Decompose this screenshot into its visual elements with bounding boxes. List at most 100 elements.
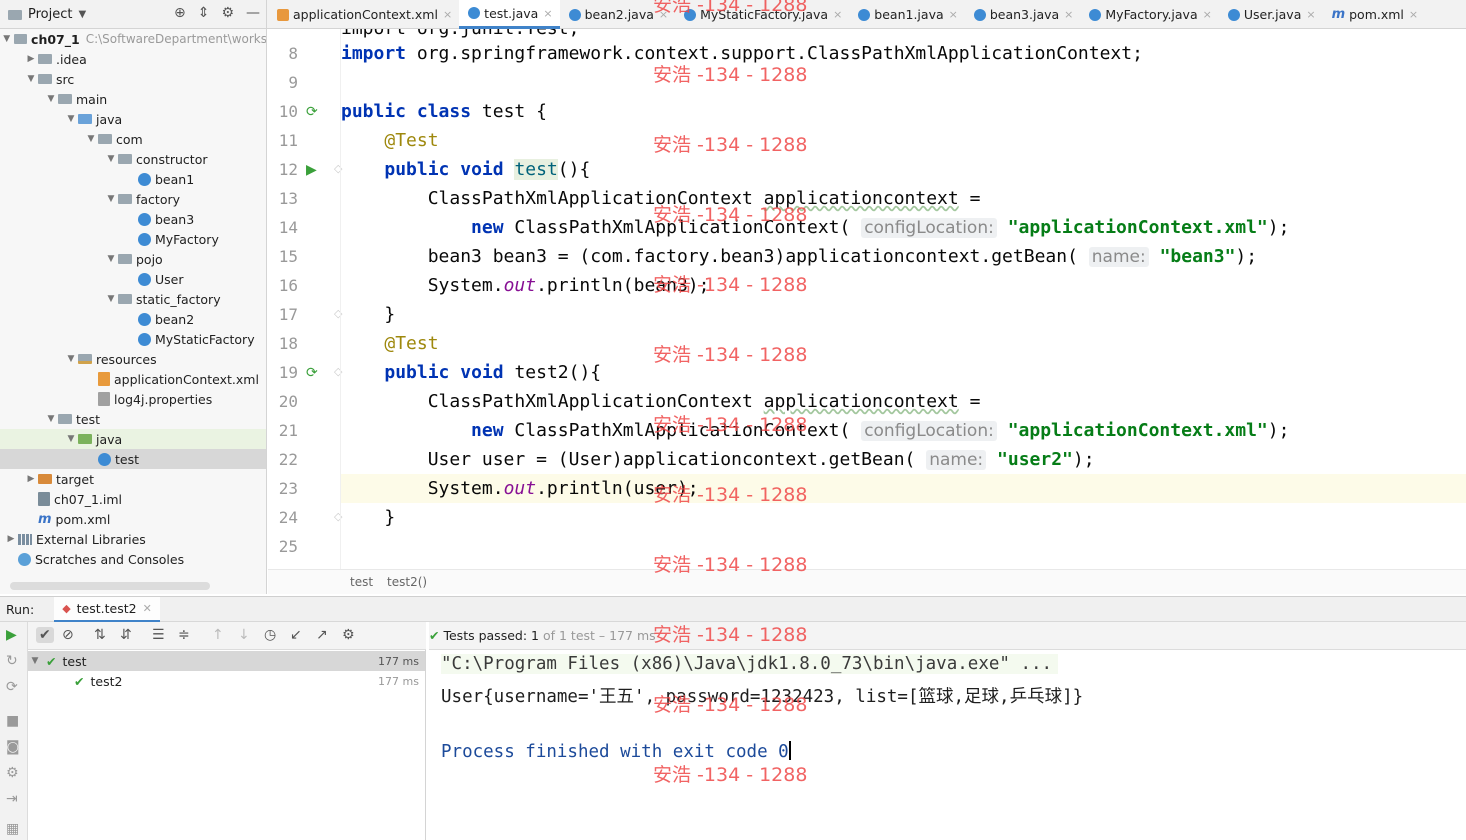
tree-item[interactable]: User bbox=[0, 269, 266, 289]
tree-item[interactable]: MyStaticFactory bbox=[0, 329, 266, 349]
rerun-failed-icon[interactable]: ↻ bbox=[6, 653, 18, 669]
close-icon[interactable]: × bbox=[1203, 8, 1212, 21]
tree-item[interactable]: ▶ .idea bbox=[0, 49, 266, 69]
watermark-text: 安浩 -134 - 1288 bbox=[653, 134, 808, 156]
test-result-row[interactable]: ✔ test2 177 ms bbox=[28, 671, 425, 691]
tree-item[interactable]: ▼ java bbox=[0, 109, 266, 129]
tree-item[interactable]: log4j.properties bbox=[0, 389, 266, 409]
tree-item[interactable]: ▼ test bbox=[0, 409, 266, 429]
chevron-right-icon[interactable]: ▶ bbox=[24, 474, 38, 484]
breadcrumb-class[interactable]: test bbox=[350, 575, 373, 589]
import-tests-icon[interactable]: ↙ bbox=[290, 627, 302, 643]
collapse-all-icon[interactable]: ≑ bbox=[178, 627, 190, 643]
tab-applicationcontext-xml[interactable]: applicationContext.xml × bbox=[268, 0, 459, 29]
show-passed-icon[interactable]: ✔ bbox=[36, 627, 54, 643]
chevron-right-icon[interactable]: ▶ bbox=[4, 534, 18, 544]
expand-all-icon[interactable]: ☰ bbox=[152, 627, 165, 643]
test-result-row[interactable]: ▼ ✔ test 177 ms bbox=[28, 651, 425, 671]
show-ignored-icon[interactable]: ⊘ bbox=[62, 627, 74, 643]
run-test-icon[interactable]: ⟳ bbox=[306, 365, 318, 381]
tree-item[interactable]: Scratches and Consoles bbox=[0, 549, 266, 569]
export-tests-icon[interactable]: ↗ bbox=[316, 627, 328, 643]
tab-bean3-java[interactable]: bean3.java × bbox=[965, 0, 1081, 29]
gear-icon[interactable]: ⚙ bbox=[221, 5, 234, 21]
tree-item[interactable]: ▶ External Libraries bbox=[0, 529, 266, 549]
tree-item[interactable]: ▶ target bbox=[0, 469, 266, 489]
toggle-autotest-icon[interactable]: ⟳ bbox=[6, 679, 18, 695]
chevron-down-icon[interactable]: ▼ bbox=[64, 114, 78, 124]
tree-item[interactable]: ▼ src bbox=[0, 69, 266, 89]
stop-icon[interactable]: ■ bbox=[6, 713, 19, 729]
project-panel-header[interactable]: Project ▼ ⊕ ⇕ ⚙ — bbox=[0, 0, 267, 29]
close-icon[interactable]: × bbox=[1064, 8, 1073, 21]
chevron-down-icon[interactable]: ▼ bbox=[104, 294, 118, 304]
tab-test-java[interactable]: test.java × bbox=[459, 0, 560, 29]
close-icon[interactable]: × bbox=[949, 8, 958, 21]
sort-duration-icon[interactable]: ⇵ bbox=[120, 627, 132, 643]
close-icon[interactable]: × bbox=[1306, 8, 1315, 21]
close-icon[interactable]: × bbox=[833, 8, 842, 21]
close-icon[interactable]: ✕ bbox=[143, 602, 152, 615]
tree-item[interactable]: ▼ constructor bbox=[0, 149, 266, 169]
tree-item[interactable]: ▼ static_factory bbox=[0, 289, 266, 309]
tree-item[interactable]: bean2 bbox=[0, 309, 266, 329]
chevron-down-icon[interactable]: ▼ bbox=[64, 354, 78, 364]
tree-item[interactable]: ▼ resources bbox=[0, 349, 266, 369]
tree-item[interactable]: applicationContext.xml bbox=[0, 369, 266, 389]
run-class-icon[interactable]: ⟳ bbox=[306, 104, 318, 120]
sort-alpha-icon[interactable]: ⇅ bbox=[94, 627, 106, 643]
module-folder-icon bbox=[13, 34, 28, 44]
tree-item[interactable]: ▼ factory bbox=[0, 189, 266, 209]
tree-item[interactable]: bean1 bbox=[0, 169, 266, 189]
chevron-down-icon[interactable]: ▼ bbox=[28, 656, 42, 666]
chevron-down-icon[interactable]: ▼ bbox=[78, 9, 86, 20]
chevron-right-icon[interactable]: ▶ bbox=[24, 54, 38, 64]
chevron-down-icon[interactable]: ▼ bbox=[64, 434, 78, 444]
tab-pom-xml[interactable]: m pom.xml × bbox=[1323, 0, 1426, 29]
chevron-down-icon[interactable]: ▼ bbox=[24, 74, 38, 84]
line-number: 25 bbox=[278, 537, 298, 556]
tree-item[interactable]: ▼ com bbox=[0, 129, 266, 149]
target-icon[interactable]: ⊕ bbox=[174, 5, 186, 21]
rerun-icon[interactable]: ▶ bbox=[6, 627, 17, 643]
tree-item[interactable]: test bbox=[0, 449, 266, 469]
chevron-down-icon[interactable]: ▼ bbox=[0, 34, 14, 44]
gear-icon[interactable]: ⚙ bbox=[342, 627, 355, 643]
close-icon[interactable]: × bbox=[443, 8, 452, 21]
tree-item[interactable]: ▼ pojo bbox=[0, 249, 266, 269]
project-panel-title[interactable]: Project bbox=[28, 7, 72, 22]
tree-item[interactable]: m pom.xml bbox=[0, 509, 266, 529]
close-icon[interactable]: × bbox=[543, 7, 552, 20]
tree-item[interactable]: ▼ main bbox=[0, 89, 266, 109]
tree-item[interactable]: bean3 bbox=[0, 209, 266, 229]
console-output[interactable]: "C:\Program Files (x86)\Java\jdk1.8.0_73… bbox=[427, 650, 1466, 840]
chevron-down-icon[interactable]: ▼ bbox=[44, 94, 58, 104]
tree-item[interactable]: ch07_1.iml bbox=[0, 489, 266, 509]
chevron-down-icon[interactable]: ▼ bbox=[84, 134, 98, 144]
chevron-down-icon[interactable]: ▼ bbox=[104, 194, 118, 204]
run-tab[interactable]: ◆ test.test2 ✕ bbox=[54, 596, 160, 622]
next-failed-icon[interactable]: ↓ bbox=[238, 627, 250, 643]
tree-scrollbar[interactable] bbox=[10, 582, 210, 590]
minimize-icon[interactable]: — bbox=[246, 5, 260, 21]
tab-bean1-java[interactable]: bean1.java × bbox=[849, 0, 965, 29]
history-icon[interactable]: ◷ bbox=[264, 627, 276, 643]
tree-root[interactable]: ▼ ch07_1 C:\SoftwareDepartment\works bbox=[0, 29, 266, 49]
chevron-down-icon[interactable]: ▼ bbox=[104, 254, 118, 264]
tab-user-java[interactable]: User.java × bbox=[1219, 0, 1323, 29]
layout-icon[interactable]: ▦ bbox=[6, 821, 19, 837]
run-test-icon[interactable]: ▶ bbox=[306, 162, 317, 178]
code-editor[interactable]: import org.junit.Test; import org.spring… bbox=[341, 29, 1466, 569]
exit-icon[interactable]: ⇥ bbox=[6, 791, 18, 807]
breadcrumb-method[interactable]: test2() bbox=[387, 575, 427, 589]
tab-myfactory-java[interactable]: MyFactory.java × bbox=[1080, 0, 1218, 29]
chevron-down-icon[interactable]: ▼ bbox=[44, 414, 58, 424]
chevron-down-icon[interactable]: ▼ bbox=[104, 154, 118, 164]
previous-failed-icon[interactable]: ↑ bbox=[212, 627, 224, 643]
tree-item[interactable]: MyFactory bbox=[0, 229, 266, 249]
tree-item[interactable]: ▼ java bbox=[0, 429, 266, 449]
camera-icon[interactable]: ◙ bbox=[6, 739, 20, 755]
settings-icon[interactable]: ⚙ bbox=[6, 765, 19, 781]
close-icon[interactable]: × bbox=[1409, 8, 1418, 21]
collapse-icon[interactable]: ⇕ bbox=[198, 5, 210, 21]
